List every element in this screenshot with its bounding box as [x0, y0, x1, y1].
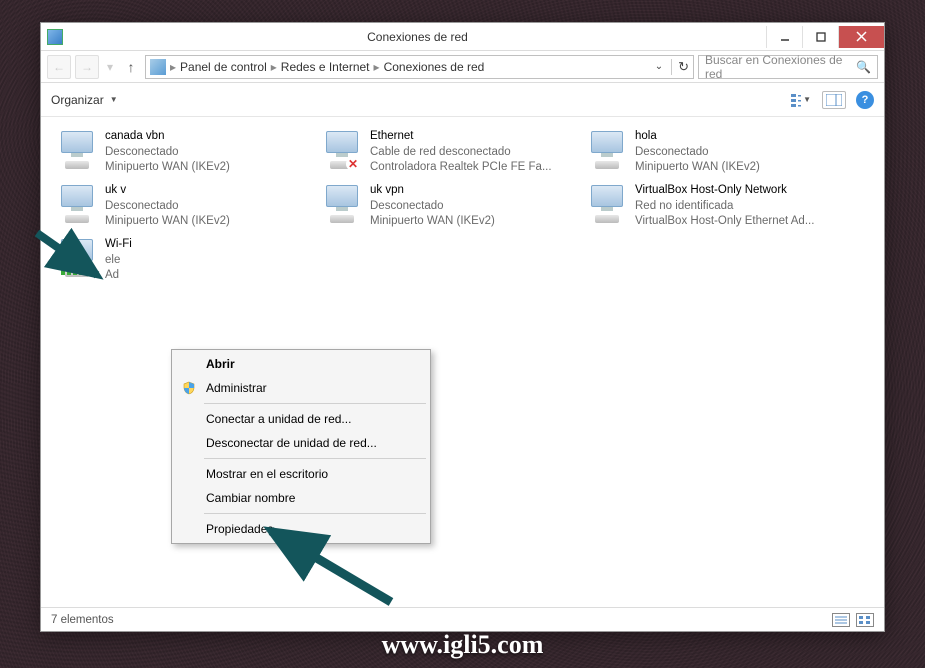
content-area: canada vbnDesconectadoMinipuerto WAN (IK… [41, 117, 884, 607]
app-icon [47, 29, 63, 45]
network-adapter-icon: ✕ [322, 129, 362, 169]
window-title: Conexiones de red [69, 30, 766, 44]
network-connection-item[interactable]: uk vpnDesconectadoMinipuerto WAN (IKEv2) [316, 179, 581, 233]
breadcrumb-sep-icon: ▸ [170, 60, 176, 74]
ctx-open[interactable]: Abrir [174, 352, 428, 376]
network-connection-item[interactable]: ✕ EthernetCable de red desconectadoContro… [316, 125, 581, 179]
watermark-text: www.igli5.com [0, 630, 925, 660]
up-button[interactable]: ↑ [121, 59, 141, 75]
network-adapter-icon [57, 129, 97, 169]
ctx-properties[interactable]: Propiedades [174, 517, 428, 541]
connection-name: hola [635, 129, 760, 145]
network-adapter-icon [322, 183, 362, 223]
connection-status: Desconectado [635, 145, 760, 161]
chevron-down-icon: ▼ [803, 95, 811, 104]
preview-pane-button[interactable] [822, 91, 846, 109]
network-connection-item[interactable]: VirtualBox Host-Only NetworkRed no ident… [581, 179, 846, 233]
breadcrumb-seg[interactable]: Conexiones de red [384, 60, 485, 74]
connection-status: Desconectado [105, 145, 230, 161]
connection-adapter: VirtualBox Host-Only Ethernet Ad... [635, 214, 814, 230]
connection-adapter: Minipuerto WAN (IKEv2) [105, 160, 230, 176]
ctx-separator [204, 403, 426, 404]
connection-status: Cable de red desconectado [370, 145, 552, 161]
back-button[interactable]: ← [47, 55, 71, 79]
network-adapter-icon [587, 129, 627, 169]
ctx-separator [204, 458, 426, 459]
connection-name: Ethernet [370, 129, 552, 145]
maximize-button[interactable] [802, 26, 838, 48]
search-icon: 🔍 [856, 60, 871, 74]
ctx-connect-drive[interactable]: Conectar a unidad de red... [174, 407, 428, 431]
connection-status: ele [105, 253, 132, 269]
connection-name: uk v [105, 183, 230, 199]
connection-adapter: Controladora Realtek PCIe FE Fa... [370, 160, 552, 176]
history-dropdown[interactable]: ▾ [103, 55, 117, 79]
connection-adapter: Ad [105, 268, 132, 284]
connection-name: canada vbn [105, 129, 230, 145]
chevron-down-icon: ▼ [110, 95, 118, 104]
refresh-button[interactable]: ↻ [671, 59, 689, 75]
ctx-rename[interactable]: Cambiar nombre [174, 486, 428, 510]
network-adapter-icon [587, 183, 627, 223]
help-button[interactable]: ? [856, 91, 874, 109]
ctx-show-desktop[interactable]: Mostrar en el escritorio [174, 462, 428, 486]
ctx-admin[interactable]: Administrar [174, 376, 428, 400]
network-connection-item[interactable]: uk vDesconectadoMinipuerto WAN (IKEv2) [51, 179, 316, 233]
network-connection-item[interactable]: canada vbnDesconectadoMinipuerto WAN (IK… [51, 125, 316, 179]
titlebar: Conexiones de red [41, 23, 884, 51]
connection-adapter: Minipuerto WAN (IKEv2) [105, 214, 230, 230]
breadcrumb-sep-icon: ▸ [374, 60, 380, 74]
network-connection-item[interactable]: Wi-FieleAd [51, 233, 316, 287]
ctx-separator [204, 513, 426, 514]
view-details-icon[interactable] [832, 613, 850, 627]
location-icon [150, 59, 166, 75]
search-input[interactable]: Buscar en Conexiones de red 🔍 [698, 55, 878, 79]
connection-name: VirtualBox Host-Only Network [635, 183, 814, 199]
network-connection-item[interactable]: holaDesconectadoMinipuerto WAN (IKEv2) [581, 125, 846, 179]
connection-name: Wi-Fi [105, 237, 132, 253]
close-button[interactable] [838, 26, 884, 48]
command-bar: Organizar ▼ ▼ ? [41, 83, 884, 117]
minimize-button[interactable] [766, 26, 802, 48]
connection-adapter: Minipuerto WAN (IKEv2) [370, 214, 495, 230]
breadcrumb-seg[interactable]: Panel de control [180, 60, 267, 74]
context-menu: Abrir Administrar Conectar a unidad de r… [171, 349, 431, 544]
forward-button[interactable]: → [75, 55, 99, 79]
shield-icon [182, 381, 196, 395]
view-large-icon[interactable] [856, 613, 874, 627]
organize-button[interactable]: Organizar ▼ [51, 93, 118, 107]
breadcrumb-sep-icon: ▸ [271, 60, 277, 74]
address-bar[interactable]: ▸ Panel de control ▸ Redes e Internet ▸ … [145, 55, 694, 79]
ctx-disconnect-drive[interactable]: Desconectar de unidad de red... [174, 431, 428, 455]
breadcrumb-seg[interactable]: Redes e Internet [281, 60, 370, 74]
address-dropdown-icon[interactable]: ⌄ [655, 61, 663, 72]
search-placeholder: Buscar en Conexiones de red [705, 53, 856, 81]
connection-status: Desconectado [105, 199, 230, 215]
connection-name: uk vpn [370, 183, 495, 199]
wifi-adapter-icon [57, 237, 97, 277]
connection-status: Red no identificada [635, 199, 814, 215]
status-bar: 7 elementos [41, 607, 884, 631]
view-options-button[interactable]: ▼ [790, 91, 812, 109]
connection-adapter: Minipuerto WAN (IKEv2) [635, 160, 760, 176]
explorer-window: Conexiones de red ← → ▾ ↑ ▸ Panel de con… [40, 22, 885, 632]
item-count: 7 elementos [51, 614, 114, 626]
navigation-bar: ← → ▾ ↑ ▸ Panel de control ▸ Redes e Int… [41, 51, 884, 83]
network-adapter-icon [57, 183, 97, 223]
connection-status: Desconectado [370, 199, 495, 215]
